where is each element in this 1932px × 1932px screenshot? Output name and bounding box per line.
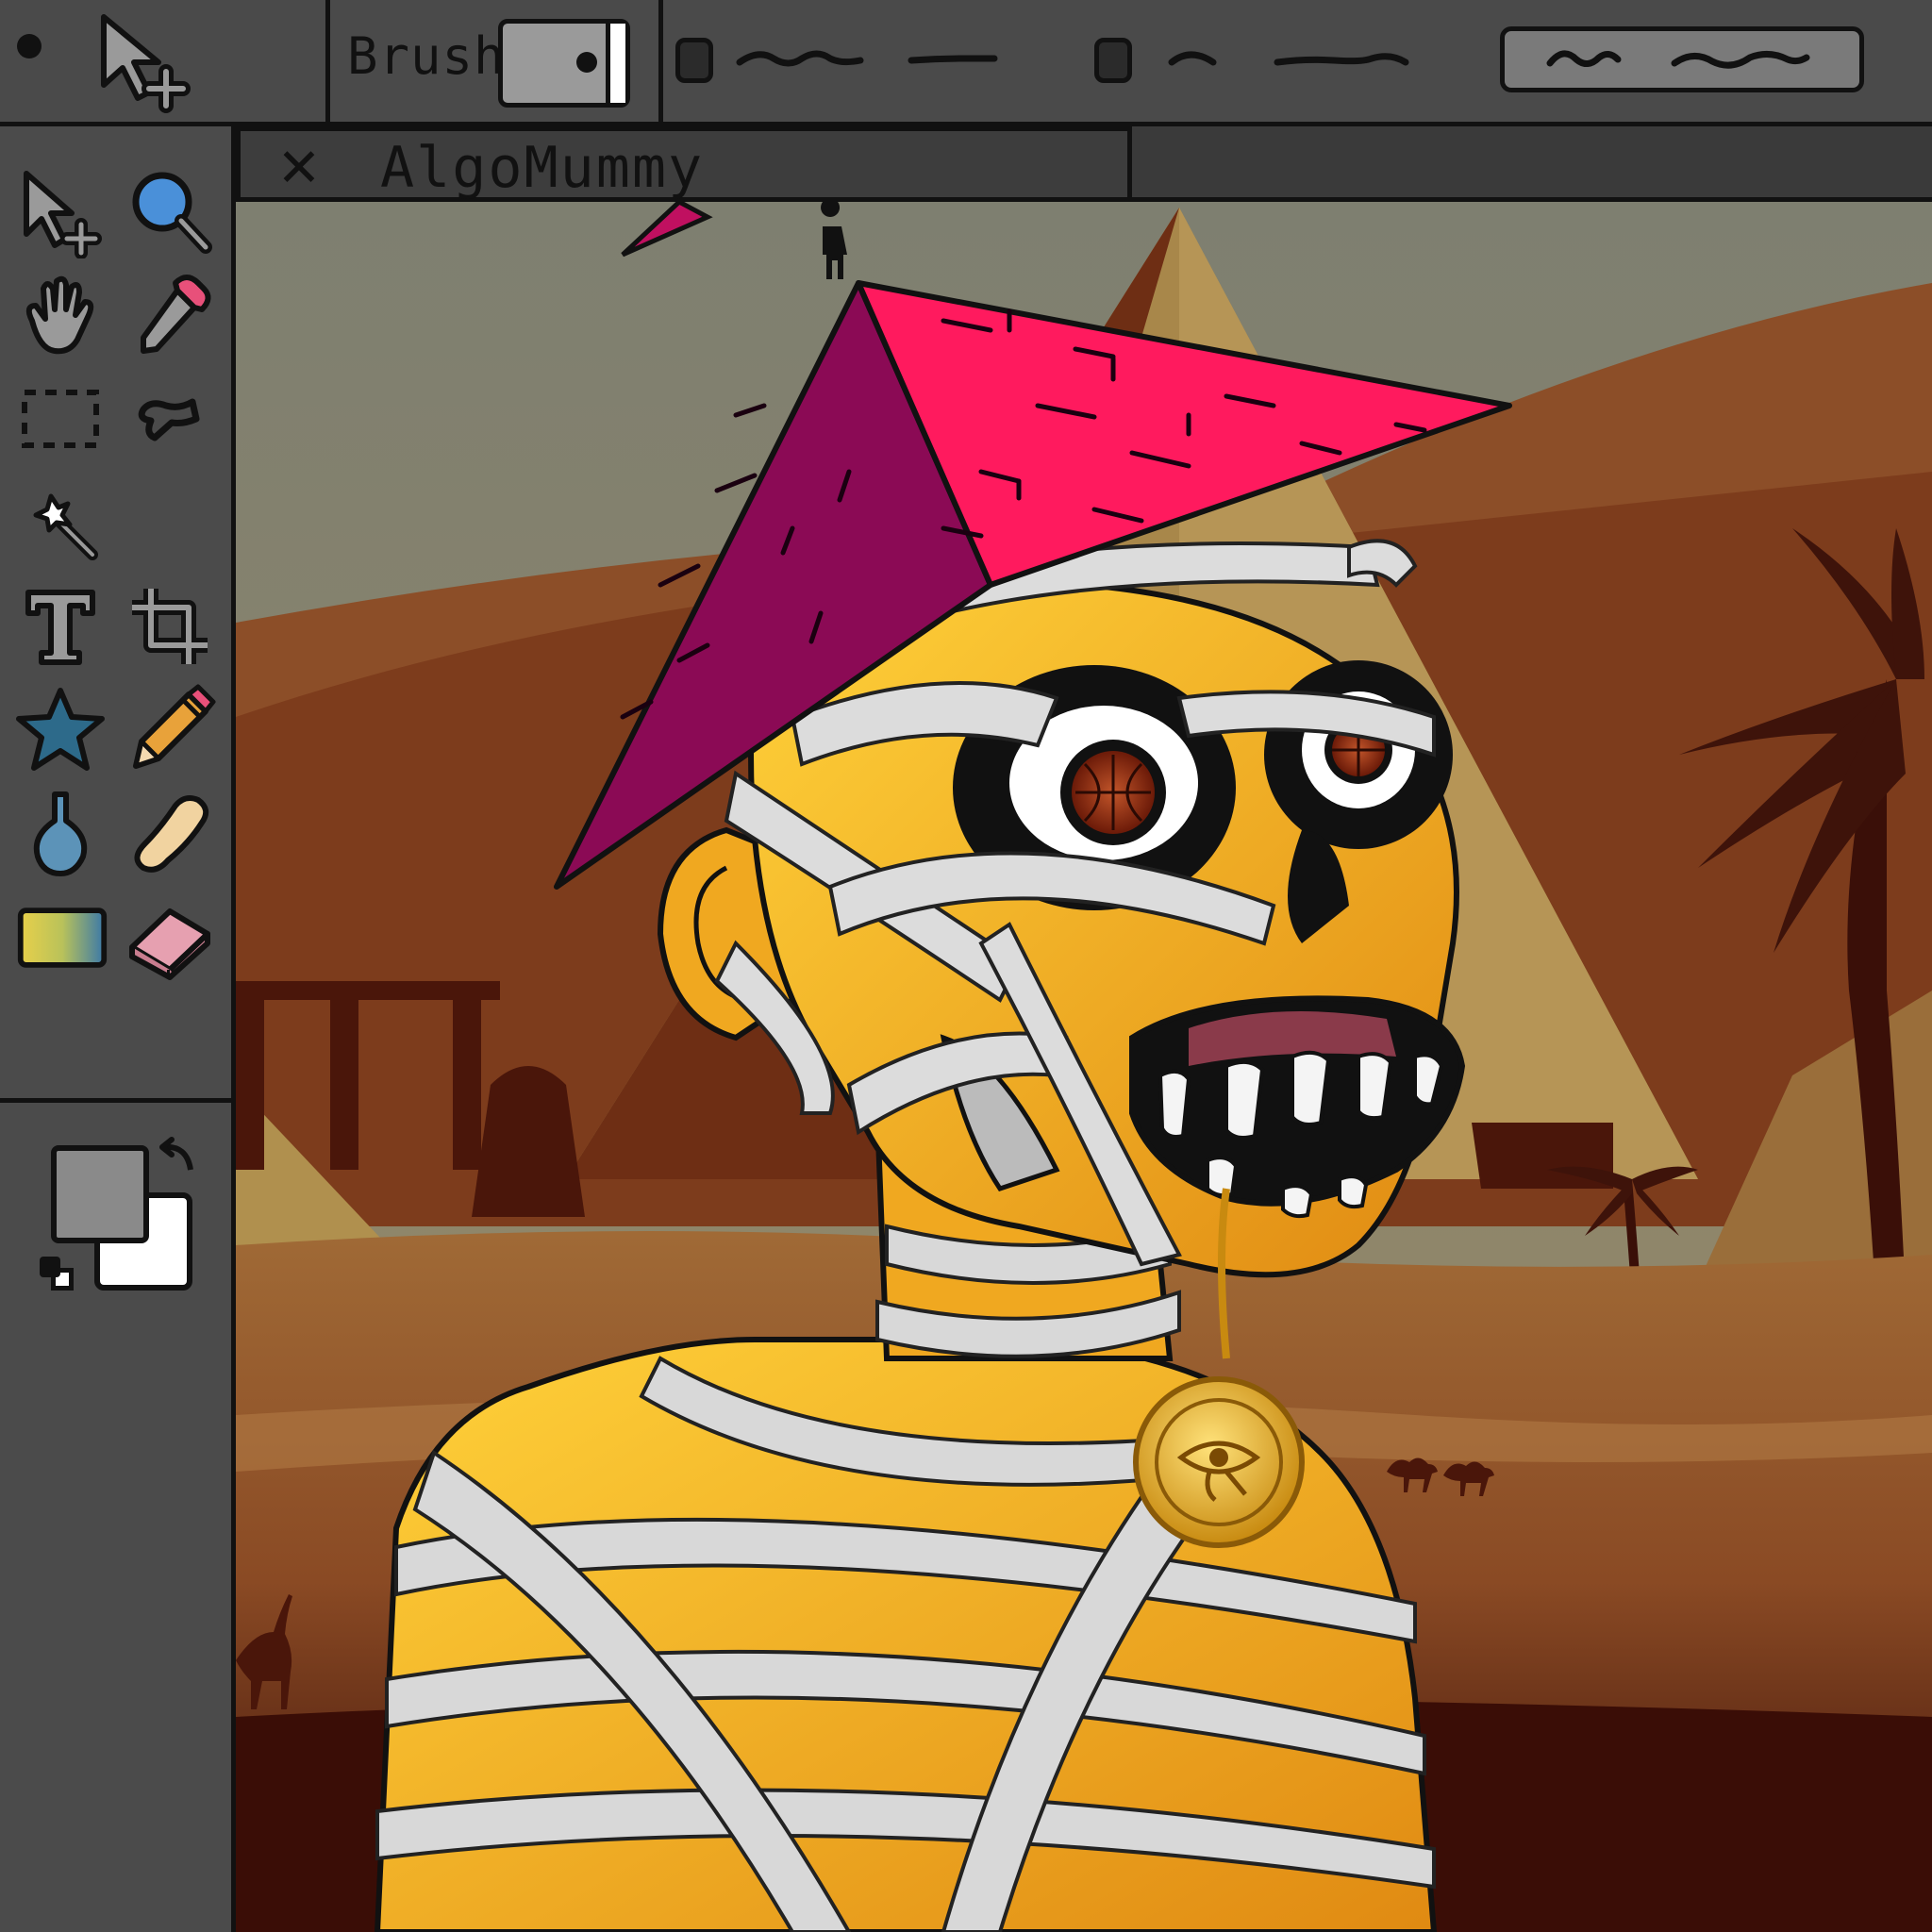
dot-indicator (17, 34, 42, 58)
document-title: AlgoMummy (380, 135, 705, 201)
text-icon (25, 590, 95, 665)
toolbox-divider (0, 1098, 236, 1103)
eraser-tool[interactable] (123, 891, 217, 985)
reset-colors-icon[interactable] (40, 1257, 77, 1294)
tool-options-bar: Brush (0, 0, 1932, 126)
zoom-tool[interactable] (123, 164, 217, 258)
brush-preview-button[interactable] (498, 19, 630, 108)
hand-icon (25, 275, 94, 355)
brush-label: Brush (347, 26, 506, 86)
eraser-icon (129, 908, 210, 980)
toolbox-panel (0, 126, 236, 1932)
gradient-icon (17, 908, 108, 968)
color-picker-tool[interactable] (123, 268, 217, 362)
lasso-icon (138, 398, 200, 441)
lasso-select-tool[interactable] (123, 372, 217, 466)
text-tool[interactable] (13, 579, 108, 674)
brush-opacity-toggle[interactable] (1094, 38, 1132, 83)
move-selection-tool[interactable] (13, 164, 108, 258)
magnifier-icon (132, 172, 212, 254)
crop-icon (132, 589, 208, 664)
eyedropper-icon (141, 275, 211, 354)
magic-wand-icon (33, 493, 98, 560)
crop-tool[interactable] (123, 579, 217, 674)
drop-icon (33, 791, 88, 876)
separator (325, 0, 330, 126)
document-tab-bar: ✕ AlgoMummy (236, 126, 1932, 202)
pencil-icon (133, 684, 216, 769)
move-plus-icon (24, 171, 102, 258)
close-tab-icon[interactable]: ✕ (271, 141, 327, 197)
separator (658, 0, 663, 126)
pencil-tool[interactable] (123, 683, 217, 777)
color-swatches (38, 1137, 208, 1315)
brush-preset-dropdown[interactable] (1500, 26, 1864, 92)
artwork-image (236, 202, 1932, 1932)
brush-size-toggle[interactable] (675, 38, 713, 83)
swap-colors-icon[interactable] (155, 1136, 202, 1183)
dashed-rect-icon (22, 390, 99, 448)
fill-tool[interactable] (13, 787, 108, 881)
pan-tool[interactable] (13, 268, 108, 362)
rectangle-select-tool[interactable] (13, 372, 108, 466)
brush-opacity-slider[interactable] (1164, 42, 1447, 79)
move-plus-icon[interactable] (94, 9, 198, 113)
primary-color-swatch[interactable] (51, 1145, 149, 1243)
document-tab[interactable]: ✕ AlgoMummy (236, 126, 1132, 202)
drawing-canvas[interactable] (236, 202, 1932, 1932)
star-icon (16, 688, 105, 771)
magic-wand-tool[interactable] (13, 475, 108, 570)
smudge-icon (134, 795, 209, 873)
shapes-tool[interactable] (13, 683, 108, 777)
gradient-tool[interactable] (13, 891, 111, 985)
smudge-tool[interactable] (123, 787, 217, 881)
paint-app-window: Brush ✕ AlgoMummy (0, 0, 1932, 1932)
brush-size-slider[interactable] (736, 42, 1000, 79)
